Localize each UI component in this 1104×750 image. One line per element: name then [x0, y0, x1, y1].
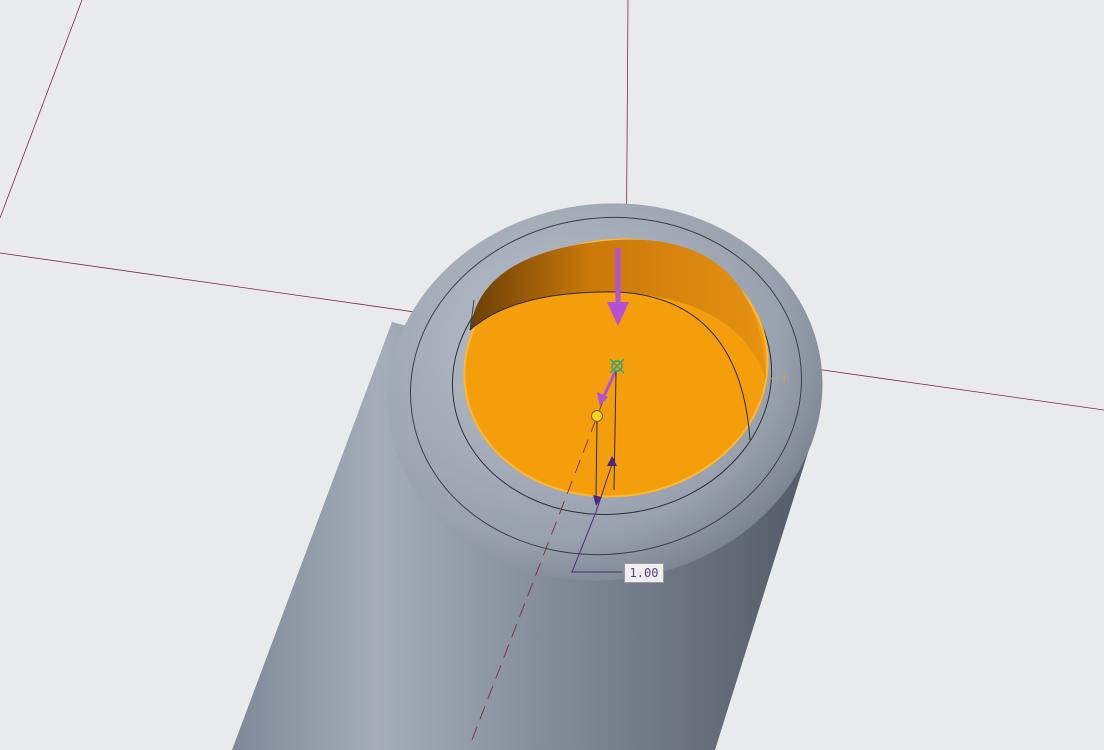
drag-handle-icon[interactable]	[591, 410, 603, 422]
model-canvas[interactable]	[0, 0, 1104, 750]
center-point-icon[interactable]	[609, 358, 625, 374]
datum-line-diagonal	[0, 0, 83, 219]
side-marker: · · I	[770, 374, 786, 385]
graphics-viewport[interactable]: 1.00 · · I	[0, 0, 1104, 750]
dimension-value-label[interactable]: 1.00	[624, 563, 664, 583]
